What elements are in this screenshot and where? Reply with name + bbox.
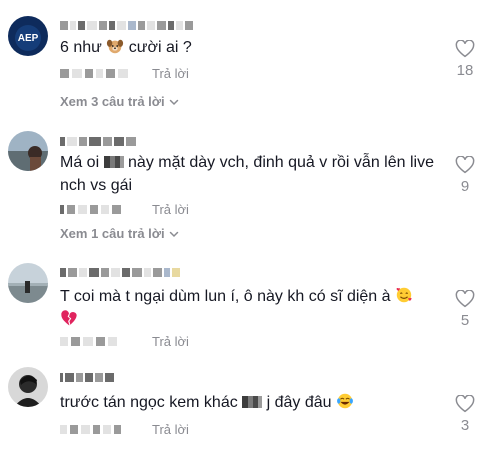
heart-icon xyxy=(455,40,475,58)
comment-meta: Trả lời xyxy=(60,422,189,437)
smiling-face-with-hearts-icon xyxy=(395,286,413,304)
like-count: 5 xyxy=(460,312,470,329)
comment-2: Má oi này mặt dày vch, đinh quả v rồi vẫ… xyxy=(0,125,500,250)
date-redacted xyxy=(60,68,152,78)
like-button[interactable]: 18 xyxy=(450,40,480,79)
like-count: 18 xyxy=(456,62,474,79)
date-redacted xyxy=(60,204,152,214)
comment-text: Má oi này mặt dày vch, đinh quả v rồi vẫ… xyxy=(60,154,434,194)
comment-text: trước tán ngọc kem khác j đây đâu xyxy=(60,391,440,414)
comment-text: 6 như cười ai ? xyxy=(60,37,192,56)
avatar[interactable] xyxy=(8,367,48,407)
avatar-logo-text: AEP xyxy=(18,33,39,44)
redacted-name xyxy=(242,396,263,408)
like-button[interactable]: 5 xyxy=(450,290,480,329)
avatar[interactable]: AEP xyxy=(8,16,48,56)
like-count: 9 xyxy=(460,178,470,195)
dog-face-icon xyxy=(106,37,124,55)
like-count: 3 xyxy=(460,417,470,434)
comment-3: T coi mà t ngại dùm lun í, ô này kh có s… xyxy=(0,250,500,355)
comment-1: AEP 6 như cười ai ? Trả lời Xem 3 câu tr… xyxy=(0,0,500,125)
date-redacted xyxy=(60,424,152,434)
comment-text: T coi mà t ngại dùm lun í, ô này kh có s… xyxy=(60,285,440,331)
comment-meta: Trả lời xyxy=(60,202,189,217)
heart-icon xyxy=(455,290,475,308)
comment-meta: Trả lời xyxy=(60,66,189,81)
username-redacted[interactable] xyxy=(60,371,114,383)
view-replies-button[interactable]: Xem 1 câu trả lời xyxy=(60,226,179,241)
username-redacted[interactable] xyxy=(60,266,180,278)
chevron-down-icon xyxy=(169,231,178,237)
like-button[interactable]: 3 xyxy=(450,395,480,434)
comment-meta: Trả lời xyxy=(60,334,189,349)
avatar[interactable] xyxy=(8,263,48,303)
avatar[interactable] xyxy=(8,131,48,171)
heart-icon xyxy=(455,395,475,413)
heart-icon xyxy=(455,156,475,174)
username-redacted[interactable] xyxy=(60,19,193,31)
chevron-down-icon xyxy=(169,99,178,105)
reply-button[interactable]: Trả lời xyxy=(152,66,189,81)
comment-4: trước tán ngọc kem khác j đây đâu Trả lờ… xyxy=(0,355,500,457)
reply-button[interactable]: Trả lời xyxy=(152,334,189,349)
broken-heart-icon xyxy=(60,309,78,327)
username-redacted[interactable] xyxy=(60,135,136,147)
tears-of-joy-icon xyxy=(336,392,354,410)
redacted-name xyxy=(103,156,124,168)
date-redacted xyxy=(60,336,152,346)
like-button[interactable]: 9 xyxy=(450,156,480,195)
view-replies-button[interactable]: Xem 3 câu trả lời xyxy=(60,94,179,109)
reply-button[interactable]: Trả lời xyxy=(152,202,189,217)
reply-button[interactable]: Trả lời xyxy=(152,422,189,437)
